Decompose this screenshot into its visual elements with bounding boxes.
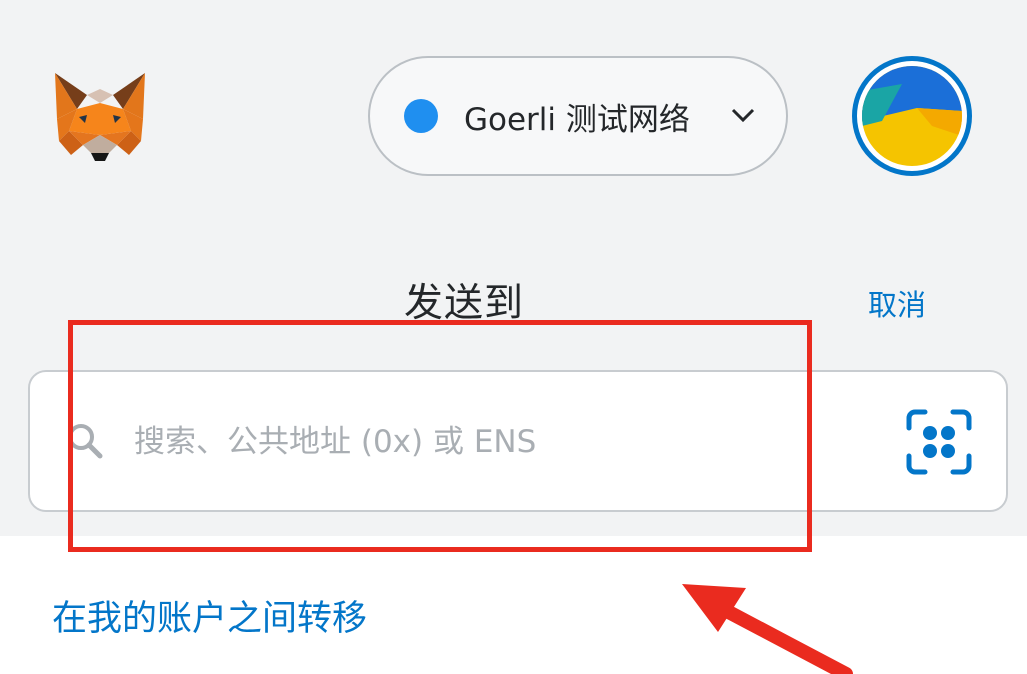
network-status-dot bbox=[404, 99, 438, 133]
page-title: 发送到 bbox=[404, 281, 525, 326]
transfer-between-accounts-link[interactable]: 在我的账户之间转移 bbox=[52, 590, 367, 641]
recipient-search-box bbox=[28, 370, 1008, 512]
account-avatar-icon bbox=[862, 66, 962, 166]
cancel-button[interactable]: 取消 bbox=[868, 282, 926, 324]
qr-scan-icon[interactable] bbox=[905, 408, 973, 476]
metamask-fox-icon bbox=[55, 73, 145, 161]
account-avatar[interactable] bbox=[852, 56, 972, 176]
annotation-arrow-icon bbox=[682, 584, 853, 674]
chevron-down-icon bbox=[731, 108, 755, 123]
network-selector[interactable]: Goerli 测试网络 bbox=[368, 56, 788, 176]
network-label: Goerli 测试网络 bbox=[464, 101, 690, 138]
search-icon bbox=[68, 424, 103, 459]
recipient-search-input[interactable] bbox=[132, 410, 876, 474]
